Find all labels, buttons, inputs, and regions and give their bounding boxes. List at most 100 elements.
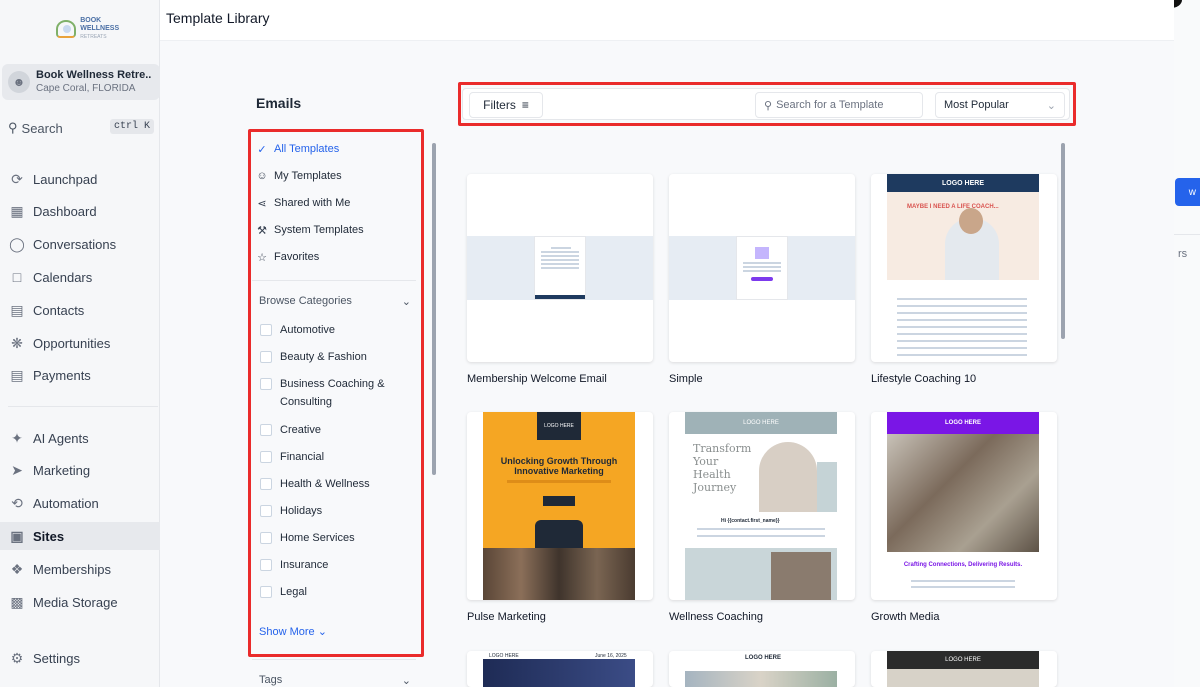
filter-my-templates[interactable]: ☺ My Templates [256, 166, 341, 186]
nav-launchpad[interactable]: ⟳ Launchpad [0, 165, 160, 193]
template-thumbnail[interactable] [467, 174, 653, 362]
template-thumbnail[interactable]: LOGO HERE June 16, 2025 [467, 651, 653, 687]
sort-value: Most Popular [944, 99, 1009, 111]
template-thumbnail[interactable]: LOGO HERE Crafting Connections, Deliveri… [871, 412, 1057, 600]
category-checkbox[interactable]: Insurance [260, 556, 328, 576]
modal-body: Emails ✓ All Templates ☺ My Templates ⋖ Sha… [160, 41, 1174, 687]
checkbox[interactable] [260, 586, 272, 598]
category-label: Legal [280, 586, 307, 598]
template-search-input[interactable]: ⚲ Search for a Template [755, 92, 923, 118]
nav-ai-agents[interactable]: ✦ AI Agents [0, 424, 160, 452]
sort-dropdown[interactable]: Most Popular ⌄ [935, 92, 1065, 118]
category-checkbox[interactable]: Home Services [260, 529, 355, 549]
chevron-down-icon: ⌄ [317, 626, 327, 638]
category-label-line-1: Business Coaching & [280, 378, 385, 390]
category-checkbox[interactable]: Financial [260, 448, 324, 468]
category-checkbox[interactable]: Beauty & Fashion [260, 348, 367, 368]
category-checkbox[interactable]: Legal [260, 583, 307, 603]
badge-icon: ❖ [10, 560, 24, 577]
category-label: Insurance [280, 559, 329, 571]
template-thumbnail[interactable]: LOGO HERE Unlocking Growth Through Innov… [467, 412, 653, 600]
thumbnail-headline: Crafting Connections, Delivering Results… [903, 562, 1023, 568]
filter-shared-with-me[interactable]: ⋖ Shared with Me [256, 193, 350, 213]
category-label: Financial [280, 451, 325, 463]
chevron-down-icon: ⌄ [401, 295, 411, 308]
nav-label: Contacts [33, 302, 85, 318]
filter-favorites[interactable]: ☆ Favorites [256, 247, 319, 267]
category-label: Beauty & Fashion [280, 351, 367, 363]
nav-conversations[interactable]: ◯ Conversations [0, 230, 160, 258]
search-icon: ⚲ [764, 99, 773, 112]
category-checkbox[interactable]: Health & Wellness [260, 475, 370, 495]
category-checkbox[interactable]: Holidays [260, 502, 322, 522]
panel-divider [252, 280, 416, 281]
template-card[interactable]: LOGO HERE [669, 651, 855, 687]
grid-icon: ▦ [10, 202, 24, 219]
template-name: Membership Welcome Email [467, 373, 607, 385]
chevron-down-icon: ⌄ [401, 675, 411, 687]
template-thumbnail[interactable] [669, 174, 855, 362]
nav-opportunities[interactable]: ❋ Opportunities [0, 329, 160, 357]
template-card[interactable]: LOGO HERE June 16, 2025 [467, 651, 653, 687]
nav-sites[interactable]: ▣ Sites [0, 522, 160, 550]
nav-media-storage[interactable]: ▩ Media Storage [0, 588, 160, 616]
template-card[interactable]: Simple [669, 174, 855, 385]
template-card[interactable]: LOGO HERE Crafting Connections, Deliveri… [871, 412, 1057, 623]
template-card[interactable]: LOGO HERE [871, 651, 1057, 687]
checkbox[interactable] [260, 351, 272, 363]
template-card[interactable]: LOGO HERE Transform Your Health Journey … [669, 412, 855, 623]
template-thumbnail[interactable]: LOGO HERE [669, 651, 855, 687]
filter-system-templates[interactable]: ⚒ System Templates [256, 220, 364, 240]
nav-contacts[interactable]: ▤ Contacts [0, 296, 160, 324]
tags-toggle[interactable]: Tags ⌄ [259, 674, 411, 687]
nav-dashboard[interactable]: ▦ Dashboard [0, 197, 160, 225]
nav-automation[interactable]: ⟲ Automation [0, 489, 160, 517]
category-checkbox[interactable]: Business Coaching & Consulting [260, 375, 385, 413]
grid-scrollbar[interactable] [1061, 143, 1065, 339]
template-card[interactable]: Membership Welcome Email [467, 174, 653, 385]
category-label: Creative [280, 424, 321, 436]
show-more-link[interactable]: Show More ⌄ [259, 625, 327, 638]
category-label: Business Coaching & Consulting [280, 375, 385, 411]
browse-categories-toggle[interactable]: Browse Categories ⌄ [259, 292, 411, 310]
brand-logo[interactable]: BOOK WELLNESS RETREATS [56, 17, 136, 40]
template-thumbnail[interactable]: LOGO HERE [871, 651, 1057, 687]
checkbox[interactable] [260, 451, 272, 463]
nav-label: Calendars [33, 269, 93, 285]
nav-label: Opportunities [33, 335, 111, 351]
background-page [1174, 0, 1200, 687]
global-search[interactable]: ⚲ Search ctrl K [2, 116, 158, 140]
template-card[interactable]: LOGO HERE MAYBE I NEED A LIFE COACH... L… [871, 174, 1057, 385]
nav-payments[interactable]: ▤ Payments [0, 361, 160, 389]
account-switcher[interactable]: ☻ Book Wellness Retre... Cape Coral, FLO… [2, 64, 160, 100]
panel-scrollbar[interactable] [432, 143, 436, 475]
template-name: Wellness Coaching [669, 611, 763, 623]
peek-button-label: w [1188, 186, 1196, 198]
automation-icon: ⟲ [11, 494, 23, 511]
background-primary-button: w [1175, 178, 1200, 206]
checkbox[interactable] [260, 378, 272, 390]
app-sidebar: BOOK WELLNESS RETREATS ☻ Book Wellness Re… [0, 0, 160, 687]
checkbox[interactable] [260, 324, 272, 336]
thumbnail-logo-text: LOGO HERE [941, 179, 984, 187]
checkbox[interactable] [260, 559, 272, 571]
nav-label: Launchpad [33, 171, 98, 187]
template-thumbnail[interactable]: LOGO HERE Transform Your Health Journey … [669, 412, 855, 600]
checkbox[interactable] [260, 424, 272, 436]
nav-marketing[interactable]: ➤ Marketing [0, 456, 160, 484]
category-checkbox[interactable]: Automotive [260, 321, 335, 341]
checkbox[interactable] [260, 532, 272, 544]
category-checkbox[interactable]: Creative [260, 421, 321, 441]
checkbox[interactable] [260, 505, 272, 517]
filters-button[interactable]: Filters ≡ [469, 92, 543, 118]
template-card[interactable]: LOGO HERE Unlocking Growth Through Innov… [467, 412, 653, 623]
nav-settings[interactable]: ⚙ Settings [0, 644, 160, 672]
nav-memberships[interactable]: ❖ Memberships [0, 555, 160, 583]
filter-all-templates[interactable]: ✓ All Templates [256, 139, 339, 159]
filter-label: All Templates [274, 143, 340, 155]
template-thumbnail[interactable]: LOGO HERE MAYBE I NEED A LIFE COACH... [871, 174, 1057, 362]
contacts-icon: ▤ [10, 301, 24, 318]
search-icon: ⚲ [8, 120, 18, 135]
nav-calendars[interactable]: □ Calendars [0, 263, 160, 291]
checkbox[interactable] [260, 478, 272, 490]
